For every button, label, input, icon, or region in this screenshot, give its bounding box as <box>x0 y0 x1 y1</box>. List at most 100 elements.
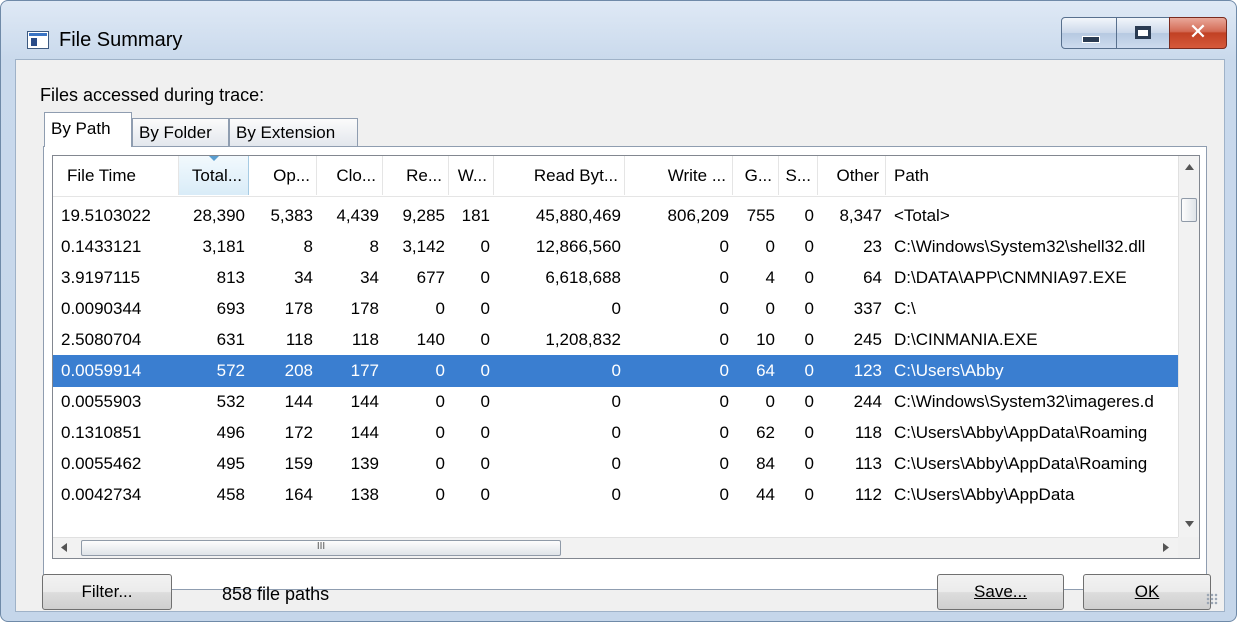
table-cell: 144 <box>350 423 379 442</box>
table-cell: 0 <box>804 485 814 504</box>
table-cell: 6,618,688 <box>545 268 621 287</box>
table-cell: 0 <box>719 392 729 411</box>
tab-by-folder[interactable]: By Folder <box>132 118 229 146</box>
table-body: 19.5103022 28,390 5,383 4,439 9,285 181 45,880… <box>53 196 1179 536</box>
horizontal-scroll-thumb[interactable]: III <box>81 540 561 556</box>
table-cell: 144 <box>284 392 313 411</box>
column-header[interactable]: W... <box>449 156 494 195</box>
table-cell: 0 <box>804 206 814 225</box>
table-cell: 3,181 <box>202 237 245 256</box>
table-cell: 0 <box>480 330 490 349</box>
table-cell: 64 <box>863 268 882 287</box>
table-cell: 0 <box>765 392 775 411</box>
maximize-icon <box>1135 26 1151 39</box>
table-row[interactable]: 2.5080704 631 118 118 140 0 1,208,832 0 10 0 245 D:… <box>53 324 1179 356</box>
table-cell: 0 <box>611 392 621 411</box>
filter-button[interactable]: Filter... <box>42 574 172 610</box>
table-cell: 0 <box>719 361 729 380</box>
table-cell: C:\Users\Abby\AppData\Roaming <box>894 454 1148 473</box>
table-row[interactable]: 0.0055462 495 159 139 0 0 0 0 84 0 113 C:\Users\Abb… <box>53 448 1179 480</box>
resize-grip-icon[interactable] <box>1206 593 1218 605</box>
scroll-up-arrow-icon[interactable] <box>1185 164 1194 170</box>
table-cell: 4 <box>765 268 775 287</box>
scroll-down-arrow-icon[interactable] <box>1185 521 1194 527</box>
table-row-partial[interactable] <box>53 510 1179 524</box>
table-cell: 2.5080704 <box>61 330 142 349</box>
file-count-status: 858 file paths <box>222 584 330 604</box>
table-row[interactable]: 0.0059914 572 208 177 0 0 0 0 64 0 123 C:\Users\Abb… <box>53 355 1179 387</box>
table-cell: C:\Users\Abby <box>894 361 1004 380</box>
table-row[interactable]: 0.1433121 3,181 8 8 3,142 0 12,866,560 0 0 0 23 C:\… <box>53 231 1179 263</box>
column-header[interactable]: Total... <box>179 156 249 195</box>
table-cell: C:\Windows\System32\imageres.d <box>894 392 1154 411</box>
horizontal-scrollbar[interactable]: III <box>53 537 1179 558</box>
file-list-table[interactable]: File Time Total... Op... Clo... Re... W... Rea… <box>52 155 1200 559</box>
tab-panel-by-path: File Time Total... Op... Clo... Re... W... Rea… <box>43 146 1207 590</box>
table-cell: 118 <box>854 423 882 442</box>
tab-by-path[interactable]: By Path <box>44 112 132 147</box>
table-cell: 12,866,560 <box>535 237 621 256</box>
table-row[interactable]: 19.5103022 28,390 5,383 4,439 9,285 181 45,880… <box>53 200 1179 232</box>
column-header[interactable]: File Time <box>53 156 179 195</box>
table-cell: 8 <box>303 237 313 256</box>
table-cell: 0.0055462 <box>61 454 142 473</box>
column-header-label: G... <box>744 166 772 185</box>
ok-button[interactable]: OK <box>1083 574 1211 610</box>
column-header[interactable]: Other <box>818 156 886 195</box>
table-cell: 0 <box>435 361 445 380</box>
table-cell: 34 <box>360 268 379 287</box>
table-cell: 458 <box>216 485 245 504</box>
table-cell: 0 <box>804 268 814 287</box>
table-cell: 84 <box>756 454 775 473</box>
table-cell: 0 <box>611 423 621 442</box>
column-header[interactable]: Read Byt... <box>494 156 625 195</box>
close-button[interactable]: ✕ <box>1169 17 1227 49</box>
column-header[interactable]: Path <box>886 156 1179 195</box>
table-cell: C:\Users\Abby\AppData <box>894 485 1075 504</box>
dialog-client-area: Files accessed during trace: By Path By … <box>15 59 1225 612</box>
table-cell: 0 <box>480 237 490 256</box>
column-header[interactable]: S... <box>779 156 818 195</box>
file-summary-window: File Summary ✕ Files accessed during tra… <box>0 0 1237 622</box>
table-row[interactable]: 0.0090344 693 178 178 0 0 0 0 0 0 337 C:\ <box>53 293 1179 325</box>
column-header-label: Op... <box>273 166 310 185</box>
column-header[interactable]: Write ... <box>625 156 733 195</box>
vertical-scroll-thumb[interactable] <box>1181 198 1197 222</box>
table-cell: 118 <box>351 330 379 349</box>
column-header[interactable]: Clo... <box>317 156 383 195</box>
vertical-scrollbar[interactable] <box>1178 156 1199 539</box>
column-header-label: Re... <box>406 166 442 185</box>
table-cell: 693 <box>216 299 245 318</box>
column-header[interactable]: Re... <box>383 156 449 195</box>
table-row[interactable]: 3.9197115 813 34 34 677 0 6,618,688 0 4 0 64 D:\DAT… <box>53 262 1179 294</box>
save-button[interactable]: Save... <box>937 574 1064 610</box>
column-header-label: Other <box>836 166 879 185</box>
table-cell: C:\ <box>894 299 916 318</box>
table-cell: 34 <box>294 268 313 287</box>
table-cell: 755 <box>746 206 775 225</box>
table-cell: 62 <box>756 423 775 442</box>
maximize-button[interactable] <box>1116 17 1170 49</box>
table-cell: 806,209 <box>667 206 729 225</box>
table-cell: 0 <box>480 423 490 442</box>
table-cell: 10 <box>756 330 775 349</box>
table-cell: 8 <box>369 237 379 256</box>
title-bar[interactable]: File Summary ✕ <box>1 1 1236 61</box>
table-cell: 0 <box>719 299 729 318</box>
minimize-button[interactable] <box>1061 17 1117 49</box>
tab-by-extension[interactable]: By Extension <box>229 118 358 146</box>
table-row[interactable]: 0.1310851 496 172 144 0 0 0 0 62 0 118 C:\Users\Abb… <box>53 417 1179 449</box>
table-cell: C:\Users\Abby\AppData\Roaming <box>894 423 1148 442</box>
table-cell: 139 <box>350 454 379 473</box>
table-cell: 112 <box>854 485 882 504</box>
table-cell: 631 <box>216 330 245 349</box>
table-cell: 208 <box>284 361 313 380</box>
column-header[interactable]: Op... <box>249 156 317 195</box>
scroll-right-arrow-icon[interactable] <box>1163 543 1169 552</box>
table-row[interactable]: 0.0055903 532 144 144 0 0 0 0 0 0 244 C:\Windows\Sy… <box>53 386 1179 418</box>
column-header[interactable]: G... <box>733 156 779 195</box>
column-header-label: Total... <box>191 166 242 185</box>
table-row[interactable]: 0.0042734 458 164 138 0 0 0 0 44 0 112 C:\Users\Abb… <box>53 479 1179 511</box>
scroll-left-arrow-icon[interactable] <box>61 543 67 552</box>
table-cell: 337 <box>853 299 882 318</box>
